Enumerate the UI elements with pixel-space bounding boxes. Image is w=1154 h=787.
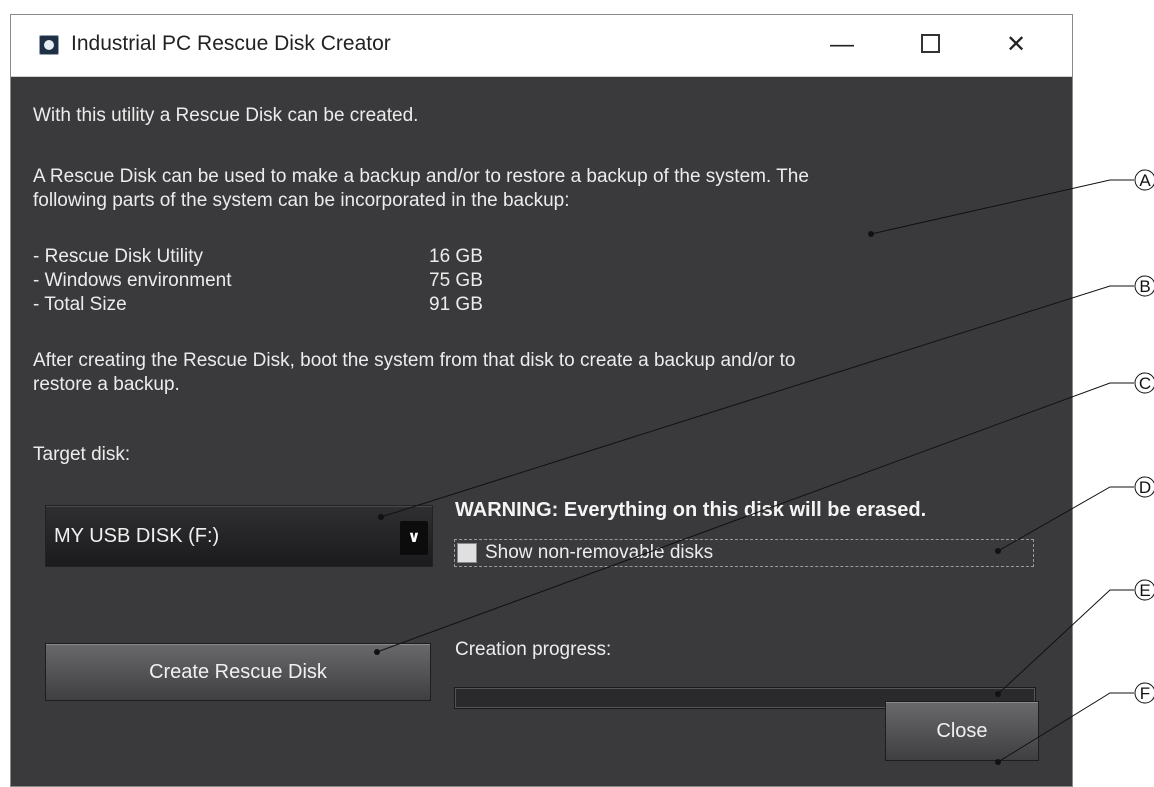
rescue-disk-window: Industrial PC Rescue Disk Creator — ✕ Wi…: [10, 14, 1073, 787]
callout-circle-c: [1134, 372, 1154, 394]
maximize-icon: [920, 34, 940, 54]
part-name-windows: - Windows environment: [33, 270, 232, 291]
maximize-button[interactable]: [905, 23, 955, 67]
target-disk-dropdown[interactable]: MY USB DISK (F:) ∨: [45, 505, 433, 567]
chevron-down-icon[interactable]: ∨: [400, 521, 428, 555]
part-size-windows: 75 GB: [429, 270, 483, 291]
callout-label-f: F: [1140, 684, 1150, 703]
callout-label-b: B: [1139, 277, 1150, 296]
minimize-icon: —: [830, 31, 854, 58]
callout-label-e: E: [1139, 581, 1150, 600]
part-name-rescue-utility: - Rescue Disk Utility: [33, 246, 203, 267]
close-window-button[interactable]: ✕: [991, 23, 1041, 67]
intro-text: With this utility a Rescue Disk can be c…: [33, 105, 419, 126]
part-size-total: 91 GB: [429, 294, 483, 315]
part-size-rescue-utility: 16 GB: [429, 246, 483, 267]
title-bar[interactable]: Industrial PC Rescue Disk Creator — ✕: [11, 15, 1072, 77]
callout-label-c: C: [1139, 374, 1151, 393]
target-disk-label: Target disk:: [33, 444, 131, 465]
part-name-total: - Total Size: [33, 294, 127, 315]
callout-circle-d: [1134, 476, 1154, 498]
description-line-1: A Rescue Disk can be used to make a back…: [33, 166, 809, 187]
minimize-button[interactable]: —: [817, 23, 867, 67]
description-line-2: following parts of the system can be inc…: [33, 190, 570, 211]
window-title: Industrial PC Rescue Disk Creator: [71, 32, 391, 55]
close-button[interactable]: Close: [885, 701, 1039, 761]
close-icon: ✕: [1005, 31, 1027, 58]
dialog-content: With this utility a Rescue Disk can be c…: [11, 77, 1072, 787]
callout-circle-b: [1134, 275, 1154, 297]
callout-circle-a: [1134, 169, 1154, 191]
show-non-removable-checkbox-row[interactable]: Show non-removable disks: [454, 539, 1034, 567]
callout-label-a: A: [1139, 171, 1151, 190]
target-disk-value: MY USB DISK (F:): [54, 525, 220, 547]
create-rescue-disk-button[interactable]: Create Rescue Disk: [45, 643, 431, 701]
after-text-line-2: restore a backup.: [33, 374, 180, 395]
callout-circle-e: [1134, 579, 1154, 601]
callout-circle-f: [1134, 682, 1154, 704]
erase-warning: WARNING: Everything on this disk will be…: [455, 499, 927, 521]
show-non-removable-checkbox[interactable]: [457, 543, 477, 563]
creation-progress-label: Creation progress:: [455, 639, 612, 660]
show-non-removable-label[interactable]: Show non-removable disks: [485, 542, 713, 564]
after-text-line-1: After creating the Rescue Disk, boot the…: [33, 350, 796, 371]
callout-label-d: D: [1139, 478, 1151, 497]
app-icon: [39, 35, 59, 55]
